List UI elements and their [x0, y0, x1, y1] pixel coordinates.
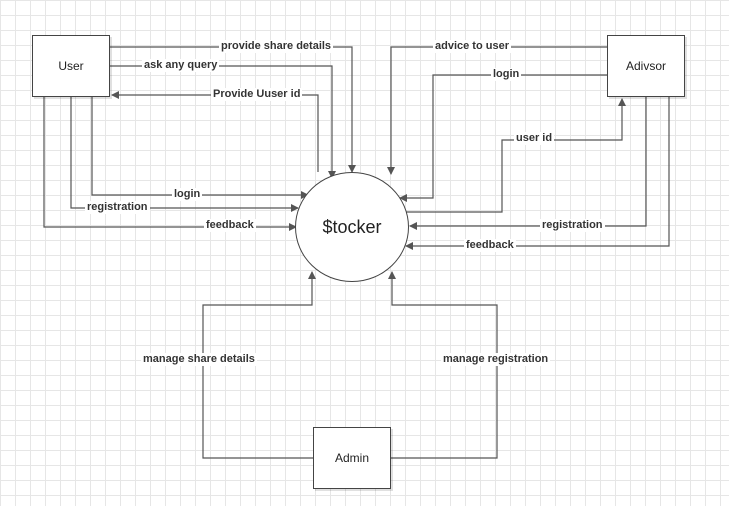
stocker-process[interactable]: $tocker	[295, 172, 409, 282]
label-advisor-feedback: feedback	[464, 239, 516, 252]
edge-advice-to-user	[387, 46, 607, 175]
label-ask-any-query: ask any query	[142, 59, 220, 72]
stocker-process-label: $tocker	[322, 216, 382, 237]
edge-user-login	[91, 97, 309, 199]
label-user-registration: registration	[85, 201, 150, 214]
advisor-entity[interactable]: Adivsor	[607, 35, 685, 97]
label-manage-registration: manage registration	[441, 353, 551, 366]
user-entity-label: User	[58, 59, 84, 73]
label-advisor-login: login	[491, 68, 522, 81]
advisor-entity-label: Adivsor	[625, 59, 666, 73]
label-provide-user-id: Provide Uuser id	[211, 88, 303, 101]
label-user-id: user id	[514, 132, 555, 145]
edge-advisor-login	[399, 74, 607, 202]
label-manage-share-details: manage share details	[141, 353, 257, 366]
label-user-feedback: feedback	[204, 219, 256, 232]
user-entity[interactable]: User	[32, 35, 110, 97]
edge-provide-user-id	[111, 91, 319, 172]
label-advice-to-user: advice to user	[433, 40, 511, 53]
admin-entity[interactable]: Admin	[313, 427, 391, 489]
edge-advisor-registration	[409, 97, 647, 230]
edge-advisor-feedback	[405, 97, 670, 250]
label-user-login: login	[172, 188, 203, 201]
admin-entity-label: Admin	[334, 451, 369, 465]
edge-user-id	[405, 98, 626, 213]
edge-ask-any-query	[110, 65, 336, 179]
label-advisor-registration: registration	[540, 219, 605, 232]
label-provide-share-details: provide share details	[219, 40, 334, 53]
